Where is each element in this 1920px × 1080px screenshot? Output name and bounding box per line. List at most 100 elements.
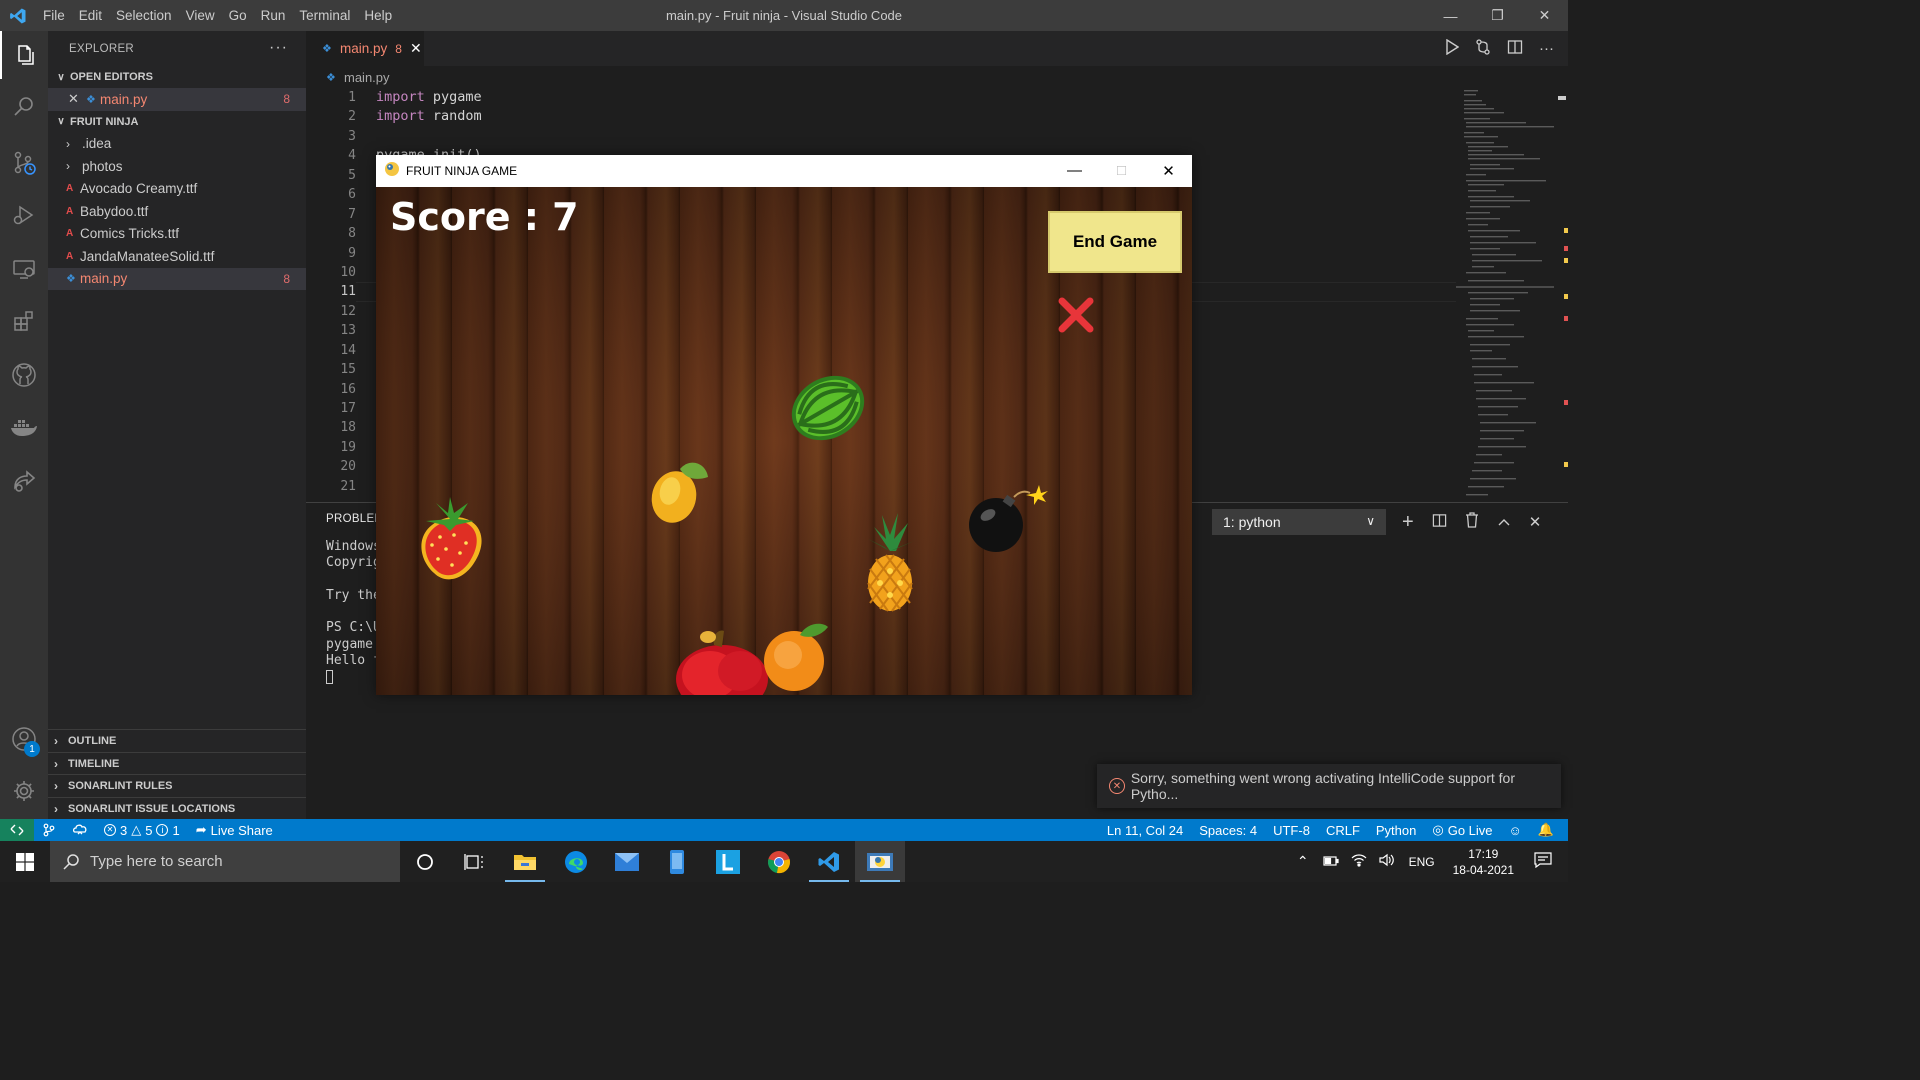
windows-taskbar: Type here to search ⌃ ENG 17:19 18-04-20… bbox=[0, 841, 1568, 882]
chrome-icon[interactable] bbox=[754, 841, 804, 882]
cursor-position[interactable]: Ln 11, Col 24 bbox=[1099, 823, 1191, 838]
notifications-bell-icon[interactable]: 🔔 bbox=[1530, 822, 1562, 838]
split-editor-icon[interactable] bbox=[1507, 39, 1523, 59]
close-window-button[interactable]: ✕ bbox=[1521, 0, 1568, 31]
sonarlint-issue-locations-section[interactable]: › SONARLINT ISSUE LOCATIONS bbox=[48, 797, 306, 819]
encoding[interactable]: UTF-8 bbox=[1265, 823, 1318, 838]
settings-gear-icon[interactable] bbox=[0, 767, 48, 815]
live-share-icon[interactable] bbox=[0, 457, 48, 505]
tree-item-comics-font[interactable]: A Comics Tricks.ttf bbox=[48, 223, 306, 246]
input-language[interactable]: ENG bbox=[1401, 855, 1443, 869]
menu-edit[interactable]: Edit bbox=[72, 8, 109, 23]
close-tab-icon[interactable]: ✕ bbox=[410, 40, 422, 57]
more-actions-icon[interactable]: ··· bbox=[269, 39, 288, 57]
battery-icon[interactable] bbox=[1317, 855, 1345, 869]
file-explorer-icon[interactable] bbox=[500, 841, 550, 882]
tree-item-photos[interactable]: › photos bbox=[48, 155, 306, 178]
volume-icon[interactable] bbox=[1373, 853, 1401, 870]
indentation[interactable]: Spaces: 4 bbox=[1191, 823, 1265, 838]
taskbar-search-box[interactable]: Type here to search bbox=[50, 841, 400, 882]
python-file-icon: ❖ bbox=[66, 273, 76, 286]
game-close-button[interactable]: ✕ bbox=[1145, 155, 1192, 186]
docker-icon[interactable] bbox=[0, 403, 48, 451]
tree-item-main-py[interactable]: ❖ main.py 8 bbox=[48, 267, 306, 290]
live-share-status[interactable]: ➦ Live Share bbox=[188, 822, 281, 838]
more-actions-icon[interactable]: ··· bbox=[1539, 40, 1554, 57]
tree-item-avocado-font[interactable]: A Avocado Creamy.ttf bbox=[48, 178, 306, 201]
tab-main-py[interactable]: ❖ main.py 8 ✕ bbox=[306, 31, 424, 66]
open-editors-header[interactable]: ∨ OPEN EDITORS bbox=[48, 66, 306, 88]
editor-scrollbar[interactable] bbox=[1554, 88, 1568, 500]
cortana-icon[interactable] bbox=[400, 841, 450, 882]
terminal-select[interactable]: 1: python ∨ bbox=[1212, 509, 1386, 535]
line-number: 19 bbox=[340, 439, 356, 455]
search-icon[interactable] bbox=[0, 83, 48, 131]
tree-item-idea[interactable]: › .idea bbox=[48, 133, 306, 156]
go-live-button[interactable]: ◎ Go Live bbox=[1424, 822, 1500, 838]
remote-indicator-icon[interactable] bbox=[0, 819, 34, 841]
task-view-icon[interactable] bbox=[449, 841, 499, 882]
source-control-icon[interactable] bbox=[0, 139, 48, 187]
edge-browser-icon[interactable] bbox=[551, 841, 601, 882]
language-mode[interactable]: Python bbox=[1368, 823, 1424, 838]
menu-selection[interactable]: Selection bbox=[109, 8, 179, 23]
vscode-taskbar-icon[interactable] bbox=[804, 841, 854, 882]
error-icon: ✕ bbox=[104, 824, 116, 836]
game-minimize-button[interactable]: — bbox=[1051, 155, 1098, 186]
windows-start-icon[interactable] bbox=[0, 841, 50, 882]
remote-explorer-icon[interactable] bbox=[0, 245, 48, 293]
open-editors-label: OPEN EDITORS bbox=[70, 71, 153, 83]
timeline-section[interactable]: › TIMELINE bbox=[48, 752, 306, 774]
split-terminal-icon[interactable] bbox=[1432, 513, 1447, 532]
breadcrumb-file[interactable]: main.py bbox=[344, 70, 390, 85]
open-changes-icon[interactable] bbox=[1475, 38, 1491, 59]
tree-item-babydoo-font[interactable]: A Babydoo.ttf bbox=[48, 200, 306, 223]
run-file-icon[interactable] bbox=[1445, 38, 1460, 59]
accounts-icon[interactable]: 1 bbox=[0, 715, 48, 763]
close-panel-icon[interactable]: ✕ bbox=[1529, 513, 1542, 531]
l-app-icon[interactable] bbox=[703, 841, 753, 882]
extensions-icon[interactable] bbox=[0, 297, 48, 345]
end-game-button[interactable]: End Game bbox=[1048, 211, 1182, 273]
mail-icon[interactable] bbox=[602, 841, 652, 882]
tree-item-janda-font[interactable]: A JandaManateeSolid.ttf bbox=[48, 245, 306, 268]
sonarlint-rules-section[interactable]: › SONARLINT RULES bbox=[48, 774, 306, 796]
close-icon[interactable]: ✕ bbox=[68, 91, 86, 107]
clock[interactable]: 17:19 18-04-2021 bbox=[1443, 846, 1524, 878]
github-icon[interactable] bbox=[0, 351, 48, 399]
project-folder-header[interactable]: ∨ FRUIT NINJA bbox=[48, 111, 306, 133]
show-hidden-icons[interactable]: ⌃ bbox=[1289, 853, 1317, 870]
action-center-icon[interactable] bbox=[1524, 852, 1568, 871]
minimap[interactable] bbox=[1456, 88, 1556, 500]
outline-section[interactable]: › OUTLINE bbox=[48, 729, 306, 751]
error-notification[interactable]: ✕ Sorry, something went wrong activating… bbox=[1097, 764, 1561, 808]
explorer-icon[interactable] bbox=[0, 31, 48, 79]
chevron-right-icon: › bbox=[66, 159, 70, 174]
menu-run[interactable]: Run bbox=[254, 8, 293, 23]
explorer-sidebar: EXPLORER ··· ∨ OPEN EDITORS ✕ ❖ main.py … bbox=[48, 31, 306, 819]
game-canvas[interactable]: Score : 7 End Game bbox=[376, 187, 1192, 695]
menu-go[interactable]: Go bbox=[222, 8, 254, 23]
terminal-output[interactable]: Windows Copyrig Try the PS C:\U pygame H… bbox=[326, 539, 381, 686]
menu-help[interactable]: Help bbox=[357, 8, 399, 23]
phone-link-icon[interactable] bbox=[652, 841, 702, 882]
end-of-line[interactable]: CRLF bbox=[1318, 823, 1368, 838]
restore-window-button[interactable]: ❐ bbox=[1474, 0, 1521, 31]
open-editor-item-main-py[interactable]: ✕ ❖ main.py 8 bbox=[48, 88, 306, 111]
feedback-icon[interactable]: ☺ bbox=[1501, 823, 1530, 838]
sync-status[interactable] bbox=[64, 823, 96, 837]
menu-terminal[interactable]: Terminal bbox=[292, 8, 357, 23]
game-maximize-button[interactable]: □ bbox=[1098, 155, 1145, 186]
minimize-window-button[interactable]: — bbox=[1427, 0, 1474, 31]
menu-view[interactable]: View bbox=[179, 8, 222, 23]
wifi-icon[interactable] bbox=[1345, 853, 1373, 870]
menu-file[interactable]: File bbox=[36, 8, 72, 23]
maximize-panel-icon[interactable] bbox=[1497, 514, 1511, 531]
problems-status[interactable]: ✕ 3 △ 5 i 1 bbox=[96, 822, 188, 838]
game-window-title: FRUIT NINJA GAME bbox=[406, 163, 518, 178]
source-control-status[interactable] bbox=[34, 823, 64, 837]
new-terminal-icon[interactable]: + bbox=[1402, 511, 1414, 534]
python-taskbar-icon[interactable] bbox=[855, 841, 905, 882]
trash-icon[interactable] bbox=[1465, 512, 1479, 532]
run-debug-icon[interactable] bbox=[0, 191, 48, 239]
